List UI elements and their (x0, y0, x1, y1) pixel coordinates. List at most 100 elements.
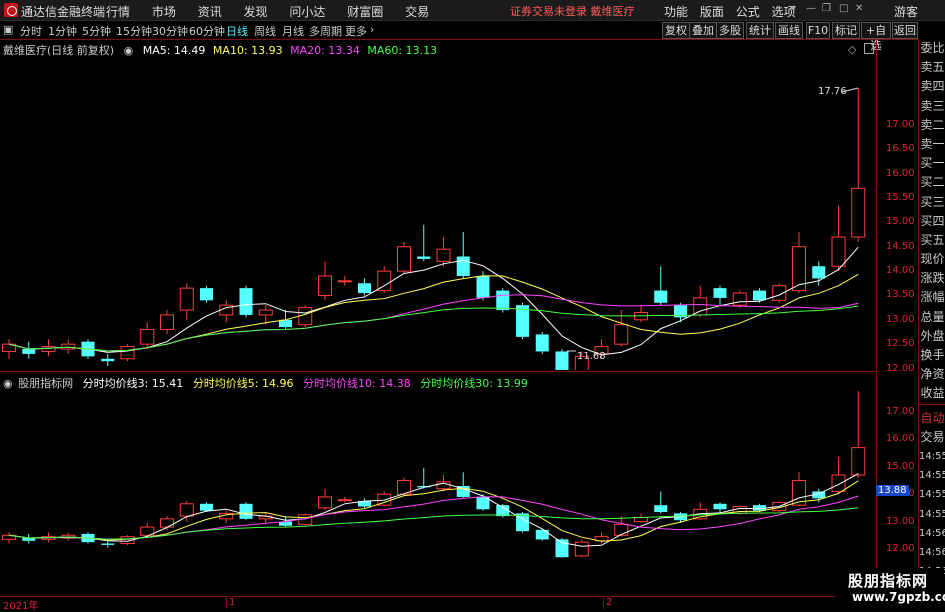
sidebar-label: 买五 (920, 232, 945, 247)
period-15min[interactable]: 15分钟 (116, 23, 152, 39)
y-tick-label: 17.00 (886, 406, 915, 417)
restore-icon[interactable]: ❐ (822, 4, 831, 14)
close-icon[interactable]: ✕ (855, 4, 864, 14)
candlestick-chart[interactable] (0, 55, 875, 370)
multi-stock-button[interactable]: 多股 (716, 22, 744, 39)
sidebar-label: 总量 (920, 309, 945, 324)
candle-body-up (318, 275, 332, 296)
draw-line-button[interactable]: 画线 (775, 22, 803, 39)
period-30min[interactable]: 30分钟 (152, 23, 188, 39)
candle-body-up (160, 518, 174, 528)
time-tick (603, 596, 604, 609)
candle-body-down (101, 358, 115, 362)
period-bar: ▣ 分时 1分钟 5分钟 15分钟 30分钟 60分钟 日线 周线 月线 多周期… (0, 21, 945, 52)
candle-body-up (179, 287, 194, 311)
candle-body-down (535, 529, 549, 540)
menu-item-discover[interactable]: 发现 (244, 5, 268, 19)
menu-item-trade[interactable]: 交易 (405, 5, 429, 19)
tick-time: 14:55 (919, 470, 945, 482)
menu-item-wealth[interactable]: 财富圈 (347, 5, 383, 19)
back-button[interactable]: 返回 (892, 22, 918, 39)
ma10-line (8, 273, 859, 352)
candle-body-up (179, 503, 194, 517)
sidebar-label: 卖五 (920, 60, 945, 75)
guest-label[interactable]: 游客 (894, 3, 918, 20)
auto-trade-toggle[interactable]: 自动 (919, 409, 945, 428)
menu-item-ask[interactable]: 问小达 (289, 5, 325, 19)
candle-body-down (417, 256, 431, 259)
y-tick-label: 14.00 (886, 265, 915, 277)
y-tick-label: 17.00 (886, 119, 915, 130)
indicator-chart[interactable] (0, 388, 875, 595)
watermark-url: www.7gpzb.com (852, 590, 945, 604)
app-title: 通达信金融终端 (21, 5, 106, 19)
sidebar-label: 委比 (920, 41, 945, 55)
candle-body-up (120, 346, 135, 360)
period-more[interactable]: 更多 (345, 23, 367, 39)
y-tick-label: 13.50 (886, 289, 915, 301)
candle-body-up (831, 474, 846, 492)
time-label: 2021年 (3, 601, 39, 612)
candle-body-up (614, 324, 629, 345)
tick-time: 14:55 (919, 508, 945, 520)
candle-body-up (614, 523, 629, 536)
y-tick-label: 12.00 (886, 362, 915, 374)
sidebar-label: 买四 (920, 213, 945, 228)
menu-item-function[interactable]: 功能 (664, 5, 688, 19)
dropdown-icon[interactable]: ▾ (791, 4, 800, 14)
candle-body-down (555, 351, 569, 370)
candle-body-up (574, 541, 589, 557)
period-weekly[interactable]: 周线 (254, 23, 276, 39)
right-menu: 功能 版面 公式 选项 (664, 3, 804, 20)
candle-body-up (160, 314, 174, 331)
sidebar-label: 卖三 (920, 98, 945, 113)
period-multi[interactable]: 多周期 (309, 23, 342, 39)
low-price-label: 11.68 (577, 351, 606, 362)
time-label: 1 (229, 597, 236, 608)
period-1min[interactable]: 1分钟 (48, 23, 77, 39)
menu-item-market[interactable]: 市场 (152, 5, 176, 19)
login-notice[interactable]: 证券交易未登录 戴维医疗 (510, 3, 635, 19)
maximize-icon[interactable]: □ (839, 4, 848, 14)
period-60min[interactable]: 60分钟 (189, 23, 225, 39)
period-monthly[interactable]: 月线 (282, 23, 304, 39)
candle-body-down (200, 503, 213, 511)
menu-item-formula[interactable]: 公式 (736, 5, 760, 19)
add-favorite-button[interactable]: +自选 (861, 22, 891, 52)
candle-body-up (851, 187, 866, 238)
sidebar-label: 买一 (920, 156, 945, 171)
overlay-button[interactable]: 叠加 (689, 22, 717, 39)
period-5min[interactable]: 5分钟 (82, 23, 111, 39)
menu-item-layout[interactable]: 版面 (700, 5, 724, 19)
candle-body-down (654, 505, 668, 513)
sidebar-label: 净资 (920, 367, 945, 382)
high-price-label: 17.76 (818, 86, 847, 97)
tick-time: 14:56 (919, 527, 945, 539)
mark-button[interactable]: 标记 (832, 22, 860, 39)
expand-box-icon[interactable] (864, 43, 874, 54)
trade-tab[interactable]: 交易 (919, 428, 945, 447)
menu-item-news[interactable]: 资讯 (198, 5, 222, 19)
avg5-line (8, 480, 859, 542)
sidebar-label: 卖二 (920, 117, 945, 132)
panel-toggle-icon[interactable]: ▣ (3, 23, 13, 36)
menu-item-quotes[interactable]: 行情 (106, 5, 130, 19)
f10-button[interactable]: F10 (806, 22, 830, 39)
stats-button[interactable]: 统计 (746, 22, 774, 39)
candle-body-up (732, 292, 747, 306)
candle-body-down (101, 543, 115, 545)
period-daily[interactable]: 日线 (226, 23, 248, 39)
sidebar-label: 外盘 (920, 328, 945, 343)
sidebar-label: 涨跌 (920, 271, 945, 286)
sidebar-label: 换手 (920, 348, 945, 362)
y-tick-label: 15.00 (886, 460, 915, 472)
more-chevron-icon[interactable]: › (370, 23, 374, 36)
adjust-button[interactable]: 复权 (662, 22, 690, 39)
candle-body-down (239, 288, 253, 315)
time-label: 2 (606, 597, 613, 608)
period-intraday[interactable]: 分时 (20, 23, 42, 39)
candle-body-up (851, 447, 866, 476)
minimize-icon[interactable]: — (806, 4, 816, 14)
y-tick-label: 15.00 (886, 216, 915, 228)
y-tick-label: 16.00 (886, 433, 915, 445)
